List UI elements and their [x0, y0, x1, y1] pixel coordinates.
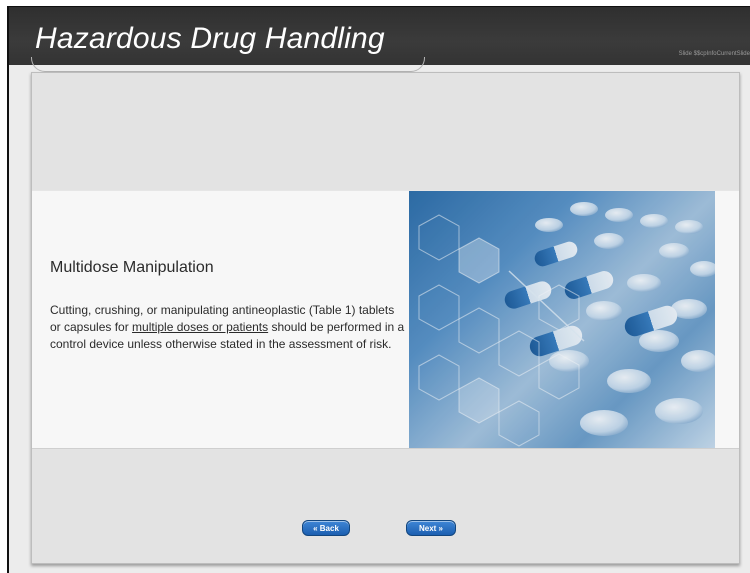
slide-frame: Hazardous Drug Handling Slide $$cpInfoCu… [7, 6, 750, 573]
content-band: Multidose Manipulation Cutting, crushing… [32, 190, 739, 449]
body-underlined-term: multiple doses or patients [132, 320, 269, 334]
content-panel: Multidose Manipulation Cutting, crushing… [31, 72, 740, 564]
body-paragraph: Cutting, crushing, or manipulating antin… [50, 302, 406, 353]
section-heading: Multidose Manipulation [50, 259, 214, 276]
course-title: Hazardous Drug Handling [35, 22, 385, 55]
back-button[interactable]: « Back [302, 520, 350, 536]
pills-image-icon [409, 191, 715, 448]
next-button[interactable]: Next » [406, 520, 456, 536]
pills-photo [409, 191, 715, 448]
header-decoration [31, 57, 425, 72]
slide-info-text: Slide $$cpInfoCurrentSlide [678, 51, 750, 57]
